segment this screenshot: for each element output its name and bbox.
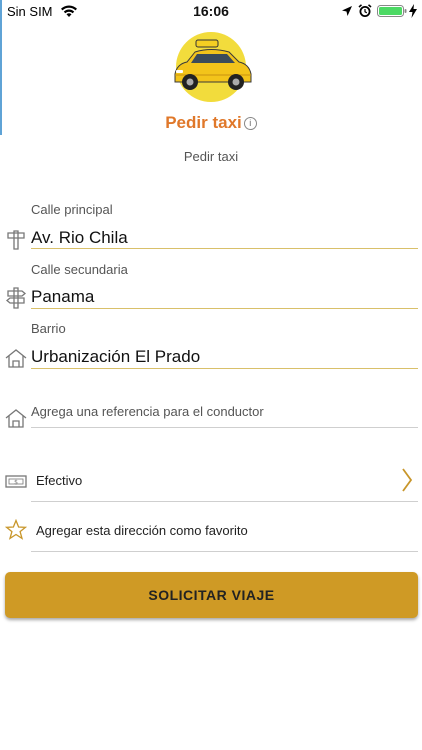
taxi-logo-icon xyxy=(174,32,252,102)
calle-principal-label: Calle principal xyxy=(31,202,113,217)
screen-title: Pedir taxi xyxy=(165,113,242,132)
house-icon xyxy=(5,349,27,368)
battery-icon xyxy=(377,5,407,17)
screen-subtitle: Pedir taxi xyxy=(183,149,239,164)
calle-secundaria-field[interactable]: Panama xyxy=(31,287,94,307)
info-icon[interactable]: i xyxy=(243,117,257,130)
barrio-underline xyxy=(31,368,418,369)
favorite-label[interactable]: Agregar esta dirección como favorito xyxy=(36,523,248,538)
signpost-icon xyxy=(7,230,25,250)
svg-text:$: $ xyxy=(14,479,18,486)
calle-principal-field[interactable]: Av. Rio Chila xyxy=(31,228,128,248)
house-icon xyxy=(5,409,27,428)
star-icon[interactable] xyxy=(5,519,27,541)
cash-icon: $ xyxy=(5,475,27,488)
chevron-right-icon[interactable] xyxy=(401,467,413,493)
calle-principal-underline xyxy=(31,248,418,249)
alarm-clock-icon xyxy=(358,4,372,17)
barrio-label: Barrio xyxy=(31,321,66,336)
favorite-underline xyxy=(31,551,418,552)
calle-secundaria-label: Calle secundaria xyxy=(31,262,128,277)
barrio-field[interactable]: Urbanización El Prado xyxy=(31,347,200,367)
referencia-underline xyxy=(31,427,418,428)
solicitar-viaje-button[interactable]: SOLICITAR VIAJE xyxy=(5,572,418,618)
direction-signs-icon xyxy=(5,287,27,309)
payment-underline xyxy=(31,501,418,502)
status-bar: Sin SIM 16:06 xyxy=(0,0,422,24)
calle-secundaria-underline xyxy=(31,308,418,309)
payment-method-label[interactable]: Efectivo xyxy=(36,473,82,488)
charging-bolt-icon xyxy=(409,4,417,18)
screen-title-row: Pedir taxi i xyxy=(0,113,422,133)
location-arrow-icon xyxy=(342,6,352,16)
referencia-input[interactable]: Agrega una referencia para el conductor xyxy=(31,404,264,419)
